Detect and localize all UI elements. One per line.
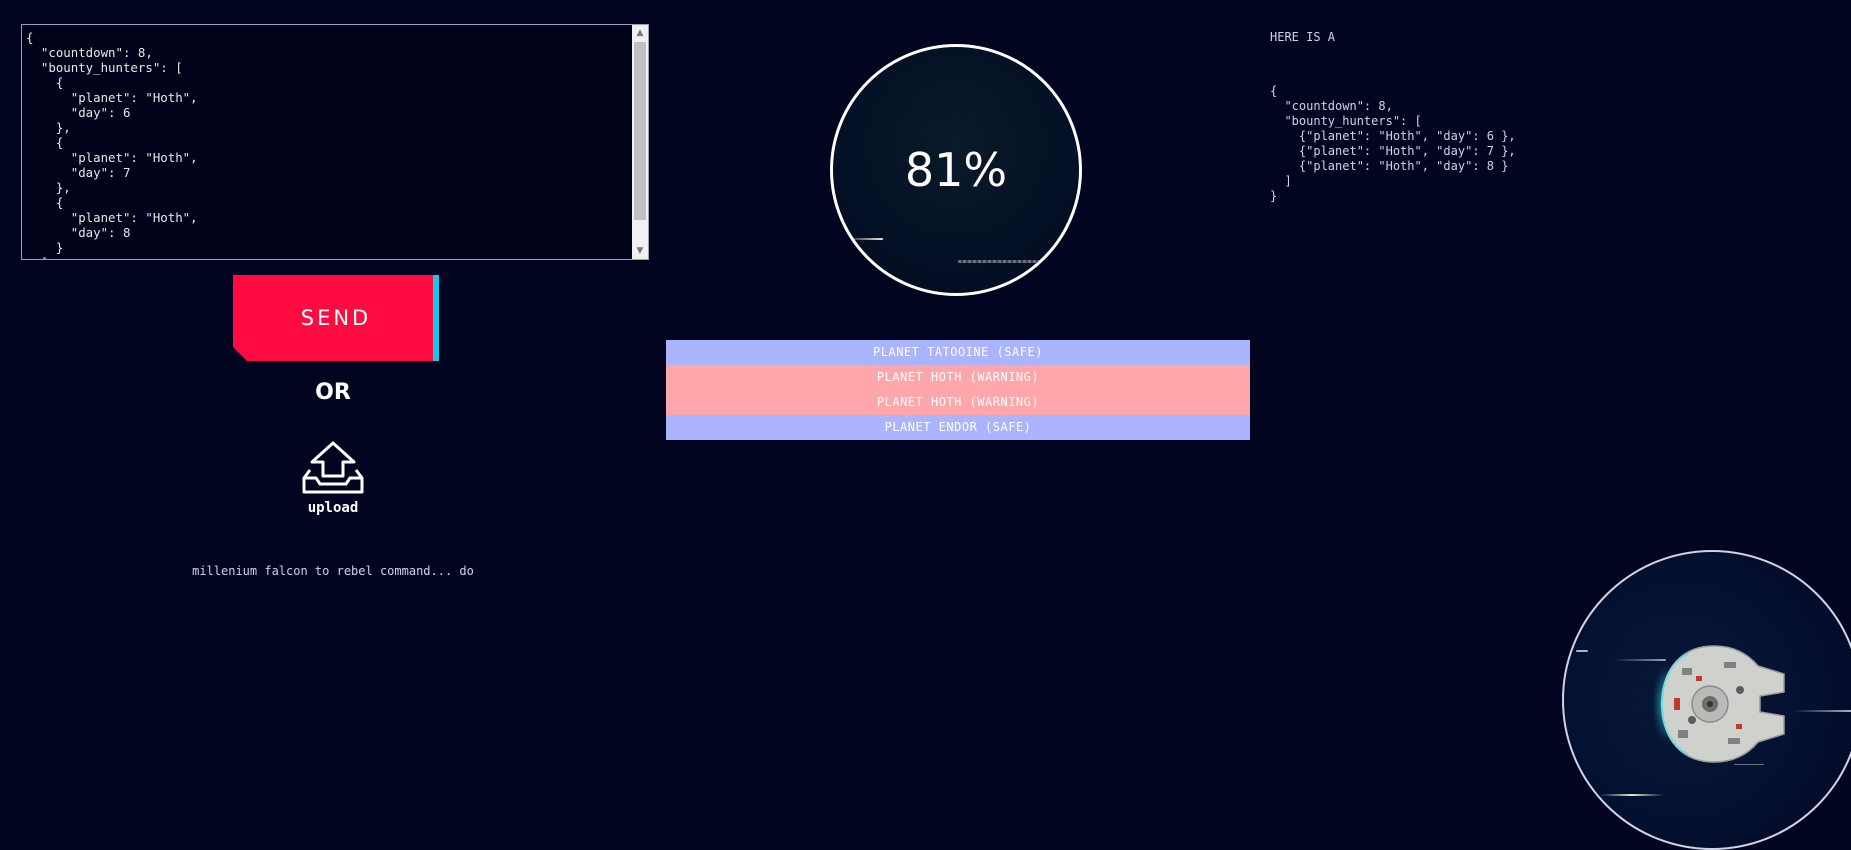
scroll-down-arrow-icon[interactable]: ▼: [632, 243, 648, 259]
star-streak: [1792, 710, 1851, 712]
upload-icon: [302, 441, 364, 494]
star-streak: [1576, 650, 1588, 652]
planet-item: PLANET HOTH (WARNING): [666, 365, 1250, 390]
progress-percentage: 81%: [904, 143, 1008, 197]
editor-scrollbar[interactable]: ▲ ▼: [632, 25, 648, 259]
send-button-accent: [433, 275, 439, 361]
upload-button[interactable]: upload: [293, 440, 373, 516]
json-input[interactable]: { "countdown": 8, "bounty_hunters": [ { …: [22, 25, 632, 259]
millennium-falcon-icon: [1652, 645, 1785, 763]
star-streak: [1600, 794, 1664, 796]
planet-item: PLANET ENDOR (SAFE): [666, 415, 1250, 440]
status-message: millenium falcon to rebel command... do: [192, 564, 474, 578]
upload-label: upload: [307, 500, 359, 516]
send-button[interactable]: SEND: [233, 275, 439, 361]
ship-viewport: [1562, 550, 1851, 850]
planet-item: PLANET HOTH (WARNING): [666, 390, 1250, 415]
progress-indicator: 81%: [830, 44, 1082, 296]
scroll-thumb[interactable]: [634, 42, 646, 220]
planet-list: PLANET TATOOINE (SAFE) PLANET HOTH (WARN…: [666, 340, 1250, 440]
output-heading: HERE IS A: [1270, 30, 1336, 44]
planet-item: PLANET TATOOINE (SAFE): [666, 340, 1250, 365]
json-output: { "countdown": 8, "bounty_hunters": [ {"…: [1270, 84, 1516, 203]
or-divider-label: OR: [315, 380, 351, 405]
json-editor[interactable]: { "countdown": 8, "bounty_hunters": [ { …: [21, 24, 649, 260]
scroll-up-arrow-icon[interactable]: ▲: [632, 25, 648, 41]
